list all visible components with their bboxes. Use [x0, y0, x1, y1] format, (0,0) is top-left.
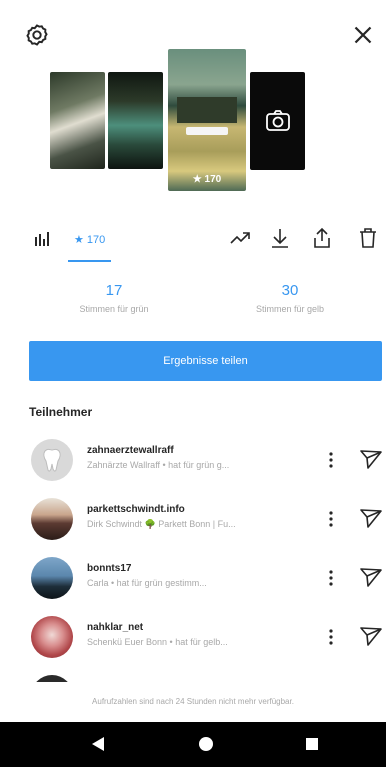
poll-sticker	[186, 127, 228, 135]
participant-username[interactable]: zahnaerztewallraff	[87, 445, 174, 456]
list-item[interactable]: parkettschwindt.info Dirk Schwindt 🌳 Par…	[0, 491, 386, 547]
list-item[interactable]: nahklar_net Schenkü Euer Bonn • hat für …	[0, 609, 386, 665]
participant-username[interactable]: nahklar_net	[87, 622, 143, 633]
participant-subtitle: Dirk Schwindt 🌳 Parkett Bonn | Fu...	[87, 519, 236, 529]
tab-viewers[interactable]: ★ 170	[68, 228, 112, 262]
list-item[interactable]	[0, 668, 386, 682]
poll-option-stat: 30 Stimmen für gelb	[200, 282, 380, 314]
avatar[interactable]	[31, 675, 73, 682]
poll-option-stat: 17 Stimmen für grün	[24, 282, 204, 314]
avatar[interactable]	[31, 498, 73, 540]
participant-username[interactable]: parkettschwindt.info	[87, 504, 185, 515]
vote-count: 17	[105, 282, 123, 299]
list-item[interactable]: zahnaerztewallraff Zahnärzte Wallraff • …	[0, 432, 386, 488]
participant-subtitle: Schenkü Euer Bonn • hat für gelb...	[87, 637, 228, 647]
participant-subtitle: Zahnärzte Wallraff • hat für grün g...	[87, 460, 230, 470]
participant-subtitle: Carla • hat für grün gestimm...	[87, 578, 207, 588]
vote-count: 30	[281, 282, 299, 299]
insights-toolbar: ★ 170	[0, 218, 386, 264]
participant-username[interactable]: bonnts17	[87, 563, 131, 574]
download-icon[interactable]	[268, 226, 292, 250]
more-options-icon[interactable]	[324, 566, 338, 590]
story-thumbnail[interactable]	[50, 72, 105, 169]
avatar[interactable]	[31, 557, 73, 599]
tooth-logo-icon	[43, 448, 61, 472]
bar-chart-icon[interactable]	[34, 232, 50, 246]
trash-icon[interactable]	[356, 226, 380, 250]
vote-label: Stimmen für gelb	[255, 304, 325, 314]
more-options-icon[interactable]	[324, 448, 338, 472]
back-icon[interactable]	[91, 736, 105, 752]
more-options-icon[interactable]	[324, 507, 338, 531]
add-story-camera[interactable]	[250, 72, 305, 170]
avatar[interactable]	[31, 439, 73, 481]
send-icon[interactable]	[359, 447, 383, 471]
recent-apps-icon[interactable]	[306, 738, 318, 750]
participants-list[interactable]: zahnaerztewallraff Zahnärzte Wallraff • …	[0, 432, 386, 682]
trend-icon[interactable]	[228, 226, 252, 250]
share-icon[interactable]	[310, 226, 334, 250]
send-icon[interactable]	[359, 624, 383, 648]
story-carousel[interactable]: ★ 170	[0, 42, 386, 202]
more-options-icon[interactable]	[324, 625, 338, 649]
avatar[interactable]	[31, 616, 73, 658]
availability-note: Aufrufzahlen sind nach 24 Stunden nicht …	[92, 697, 294, 706]
camera-icon	[266, 110, 290, 131]
participants-heading: Teilnehmer	[29, 405, 93, 419]
share-results-button[interactable]: Ergebnisse teilen	[29, 341, 382, 381]
story-view-count: ★ 170	[192, 174, 222, 185]
send-icon[interactable]	[359, 506, 383, 530]
home-icon[interactable]	[199, 737, 213, 751]
story-thumbnail[interactable]	[108, 72, 163, 169]
story-thumbnail-selected[interactable]: ★ 170	[168, 49, 246, 191]
vote-label: Stimmen für grün	[79, 304, 149, 314]
send-icon[interactable]	[359, 565, 383, 589]
system-nav-bar	[0, 722, 386, 767]
poll-results: 17 Stimmen für grün 30 Stimmen für gelb	[0, 282, 386, 326]
story-caption	[177, 97, 237, 123]
list-item[interactable]: bonnts17 Carla • hat für grün gestimm...	[0, 550, 386, 606]
